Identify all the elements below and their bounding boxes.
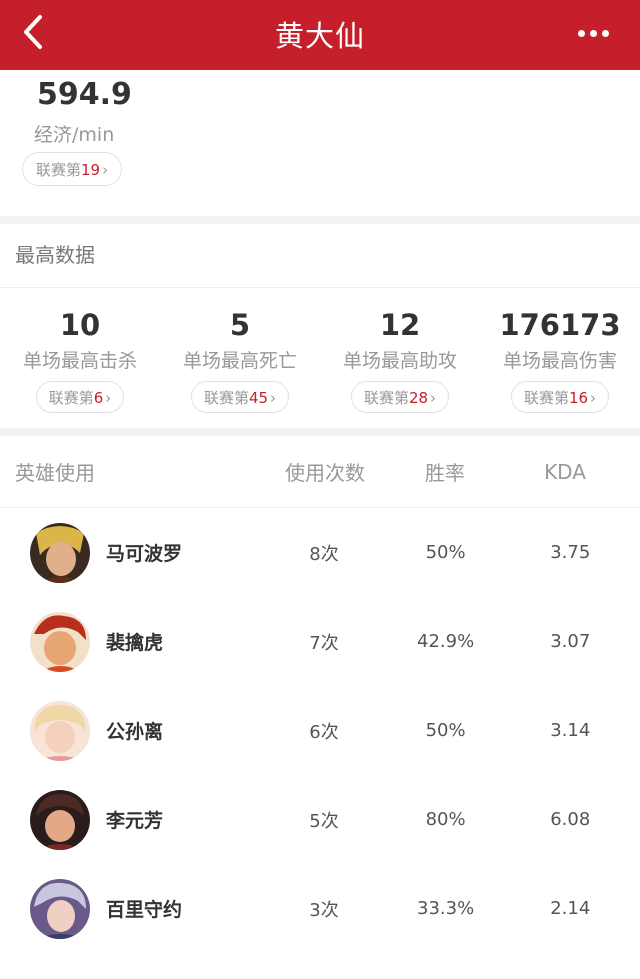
rank-prefix: 联赛第 [363, 389, 409, 407]
stat-value: 12 [379, 308, 421, 342]
stat-value: 5 [229, 308, 251, 342]
hero-avatar [30, 789, 90, 850]
rank-number: 16 [568, 389, 589, 407]
rank-number: 19 [81, 161, 101, 179]
hero-kda: 6.08 [550, 809, 591, 830]
hero-avatar [30, 700, 90, 761]
hero-uses: 3次 [309, 899, 339, 921]
rank-number: 6 [93, 389, 104, 407]
stat-rank-pill[interactable]: 联赛第28 › [350, 381, 450, 413]
more-dots-icon [578, 22, 614, 41]
hero-winrate: 80% [425, 809, 466, 830]
hero-row[interactable]: 裴擒虎 7次 42.9% 3.07 [0, 597, 640, 686]
rank-prefix: 联赛第 [36, 161, 82, 179]
economy-section: 594.9 经济/min 联赛第19 › [0, 70, 640, 216]
stat-label: 单场最高伤害 [502, 350, 617, 372]
hero-cell: 李元芳 [0, 789, 249, 850]
hero-avatar [30, 878, 90, 939]
hero-cell: 公孙离 [0, 700, 249, 761]
chevron-right-icon: › [430, 389, 437, 407]
economy-label: 经济/min [34, 124, 115, 146]
hero-table-header: 英雄使用 使用次数 胜率 KDA [0, 436, 640, 508]
best-stats-title: 最高数据 [0, 224, 640, 288]
rank-prefix: 联赛第 [48, 389, 94, 407]
header-kda: KDA [544, 459, 586, 484]
hero-name: 百里守约 [106, 899, 183, 921]
page-title: 黄大仙 [274, 19, 365, 53]
hero-winrate: 33.3% [417, 898, 475, 919]
chevron-right-icon: › [105, 389, 112, 407]
stat-rank-pill[interactable]: 联赛第6 › [35, 381, 125, 413]
hero-avatar [30, 611, 90, 672]
header-winrate: 胜率 [425, 461, 465, 485]
hero-winrate: 50% [425, 542, 466, 563]
rank-prefix: 联赛第 [523, 389, 569, 407]
best-stats-row: 10 单场最高击杀 联赛第6 › 5 单场最高死亡 联赛第45 › 12 单场最高助… [0, 288, 640, 428]
header-hero: 英雄使用 [15, 461, 95, 485]
hero-cell: 马可波罗 [0, 522, 249, 583]
hero-kda: 2.14 [550, 898, 591, 919]
hero-name: 公孙离 [106, 721, 164, 743]
hero-uses: 6次 [309, 721, 339, 743]
hero-kda: 3.07 [550, 631, 591, 652]
stat-max-assists: 12 单场最高助攻 联赛第28 › [320, 288, 480, 428]
top-bar: 黄大仙 [0, 0, 640, 70]
hero-kda: 3.75 [550, 542, 591, 563]
stat-max-kills: 10 单场最高击杀 联赛第6 › [0, 288, 160, 428]
section-divider [0, 428, 640, 436]
stat-label: 单场最高击杀 [22, 350, 137, 372]
stat-rank-pill[interactable]: 联赛第16 › [510, 381, 610, 413]
stat-label: 单场最高助攻 [342, 350, 457, 372]
stat-rank-pill[interactable]: 联赛第45 › [190, 381, 290, 413]
hero-row[interactable]: 马可波罗 8次 50% 3.75 [0, 508, 640, 597]
hero-uses: 5次 [309, 810, 339, 832]
hero-name: 裴擒虎 [106, 632, 164, 654]
stat-label: 单场最高死亡 [182, 350, 297, 372]
hero-uses: 8次 [309, 543, 339, 565]
hero-name: 李元芳 [106, 810, 164, 832]
stat-value: 10 [59, 308, 101, 342]
hero-avatar [30, 522, 90, 583]
hero-kda: 3.14 [550, 720, 591, 741]
header-uses: 使用次数 [285, 461, 365, 485]
rank-prefix: 联赛第 [203, 389, 249, 407]
rank-number: 45 [248, 389, 269, 407]
chevron-right-icon: › [590, 389, 597, 407]
stat-max-damage: 176173 单场最高伤害 联赛第16 › [480, 288, 640, 428]
stat-max-deaths: 5 单场最高死亡 联赛第45 › [160, 288, 320, 428]
rank-number: 28 [408, 389, 429, 407]
hero-row[interactable]: 李元芳 5次 80% 6.08 [0, 775, 640, 864]
hero-winrate: 50% [425, 720, 466, 741]
hero-uses: 7次 [309, 632, 339, 654]
stat-value: 176173 [499, 308, 621, 342]
hero-winrate: 42.9% [417, 631, 475, 652]
economy-value: 594.9 [37, 77, 132, 112]
economy-rank-pill[interactable]: 联赛第19 › [22, 152, 123, 186]
hero-cell: 裴擒虎 [0, 611, 249, 672]
more-button[interactable] [578, 22, 618, 42]
chevron-right-icon: › [270, 389, 277, 407]
chevron-right-icon: › [102, 161, 109, 179]
hero-row[interactable]: 公孙离 6次 50% 3.14 [0, 686, 640, 775]
hero-name: 马可波罗 [106, 543, 183, 565]
hero-row[interactable]: 百里守约 3次 33.3% 2.14 [0, 864, 640, 953]
section-divider [0, 216, 640, 224]
hero-cell: 百里守约 [0, 878, 249, 939]
